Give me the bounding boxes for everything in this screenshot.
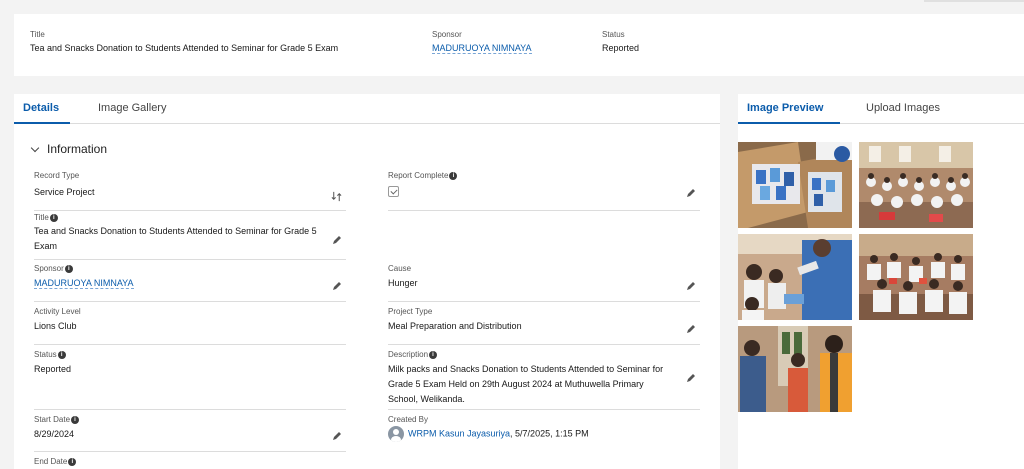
field-report-complete: Report Complete i bbox=[388, 171, 700, 211]
information-section-toggle[interactable]: Information bbox=[30, 142, 108, 156]
field-created-by: Created By WRPM Kasun Jayasuriya, 5/7/20… bbox=[388, 415, 700, 452]
details-tabs: Details Image Gallery bbox=[14, 94, 720, 124]
header-title-value: Tea and Snacks Donation to Students Atte… bbox=[30, 43, 339, 53]
field-value: Hunger bbox=[388, 278, 418, 288]
field-label: Sponsor bbox=[34, 264, 64, 273]
created-by-user-link[interactable]: WRPM Kasun Jayasuriya bbox=[408, 428, 510, 438]
image-thumbnail[interactable] bbox=[738, 326, 852, 412]
image-thumbnail[interactable] bbox=[859, 234, 973, 320]
top-divider bbox=[924, 0, 1024, 2]
avatar-icon bbox=[388, 426, 404, 442]
info-icon[interactable]: i bbox=[449, 171, 458, 180]
field-record-type: Record Type Service Project bbox=[34, 171, 346, 211]
tab-image-preview[interactable]: Image Preview bbox=[747, 102, 823, 114]
image-panel: Image Preview Upload Images bbox=[738, 94, 1024, 469]
active-tab-indicator bbox=[14, 122, 70, 124]
field-value: Lions Club bbox=[34, 321, 77, 331]
record-highlights-panel: Title Tea and Snacks Donation to Student… bbox=[14, 14, 1024, 76]
info-icon[interactable]: i bbox=[64, 264, 73, 273]
field-sponsor: Sponsor i MADURUOYA NIMNAYA bbox=[34, 264, 346, 302]
field-title: Title i Tea and Snacks Donation to Studen… bbox=[34, 213, 346, 260]
field-label: Report Complete bbox=[388, 171, 449, 180]
header-status-label: Status bbox=[602, 30, 625, 39]
pencil-icon[interactable] bbox=[686, 373, 696, 383]
info-icon[interactable]: i bbox=[71, 415, 80, 424]
header-sponsor-label: Sponsor bbox=[432, 30, 462, 39]
field-start-date: Start Date i 8/29/2024 bbox=[34, 415, 346, 452]
image-thumbnail[interactable] bbox=[738, 234, 852, 320]
info-icon[interactable]: i bbox=[68, 457, 77, 466]
field-status: Status i Reported bbox=[34, 350, 346, 410]
section-title: Information bbox=[47, 142, 108, 156]
field-end-date: End Date i bbox=[34, 457, 346, 469]
field-description: Description i Milk packs and Snacks Donat… bbox=[388, 350, 700, 410]
field-label: Record Type bbox=[34, 171, 80, 180]
tab-upload-images[interactable]: Upload Images bbox=[866, 102, 940, 114]
info-icon[interactable]: i bbox=[49, 213, 58, 222]
field-label: Description bbox=[388, 350, 429, 359]
field-value: 8/29/2024 bbox=[34, 429, 75, 439]
field-value: Meal Preparation and Distribution bbox=[388, 321, 522, 331]
header-title-field: Title Tea and Snacks Donation to Student… bbox=[30, 30, 338, 53]
header-sponsor-field: Sponsor MADURUOYA NIMNAYA bbox=[432, 30, 532, 54]
sponsor-link[interactable]: MADURUOYA NIMNAYA bbox=[34, 278, 134, 289]
field-label: Status bbox=[34, 350, 57, 359]
field-cause: Cause Hunger bbox=[388, 264, 700, 302]
created-by-date: , 5/7/2025, 1:15 PM bbox=[510, 428, 589, 439]
field-value: Service Project bbox=[34, 187, 95, 197]
image-thumbnail[interactable] bbox=[738, 142, 852, 228]
pencil-icon[interactable] bbox=[686, 188, 696, 198]
field-label: Project Type bbox=[388, 307, 433, 316]
pencil-icon[interactable] bbox=[332, 235, 342, 245]
swap-icon[interactable] bbox=[331, 191, 342, 202]
report-complete-checkbox[interactable] bbox=[388, 186, 399, 197]
chevron-down-icon bbox=[30, 143, 40, 152]
field-value: Tea and Snacks Donation to Students Atte… bbox=[34, 226, 317, 251]
field-label: End Date bbox=[34, 457, 68, 466]
header-status-field: Status Reported bbox=[602, 30, 639, 53]
pencil-icon[interactable] bbox=[332, 281, 342, 291]
details-panel: Details Image Gallery Information Record… bbox=[14, 94, 720, 469]
active-tab-indicator bbox=[738, 122, 840, 124]
tab-details[interactable]: Details bbox=[23, 102, 59, 114]
field-label: Cause bbox=[388, 264, 412, 273]
header-title-label: Title bbox=[30, 30, 45, 39]
field-activity-level: Activity Level Lions Club bbox=[34, 307, 346, 345]
field-label: Created By bbox=[388, 415, 429, 424]
field-label: Activity Level bbox=[34, 307, 81, 316]
field-value: Reported bbox=[34, 364, 72, 374]
pencil-icon[interactable] bbox=[686, 281, 696, 291]
pencil-icon[interactable] bbox=[686, 324, 696, 334]
image-thumbnail[interactable] bbox=[859, 142, 973, 228]
pencil-icon[interactable] bbox=[332, 431, 342, 441]
field-label: Title bbox=[34, 213, 49, 222]
tab-image-gallery[interactable]: Image Gallery bbox=[98, 102, 166, 114]
field-project-type: Project Type Meal Preparation and Distri… bbox=[388, 307, 700, 345]
info-icon[interactable]: i bbox=[429, 350, 438, 359]
field-value: Milk packs and Snacks Donation to Studen… bbox=[388, 364, 664, 404]
info-icon[interactable]: i bbox=[57, 350, 66, 359]
field-label: Start Date bbox=[34, 415, 71, 424]
header-sponsor-link[interactable]: MADURUOYA NIMNAYA bbox=[432, 43, 532, 54]
header-status-value: Reported bbox=[602, 43, 640, 53]
image-tabs: Image Preview Upload Images bbox=[738, 94, 1024, 124]
